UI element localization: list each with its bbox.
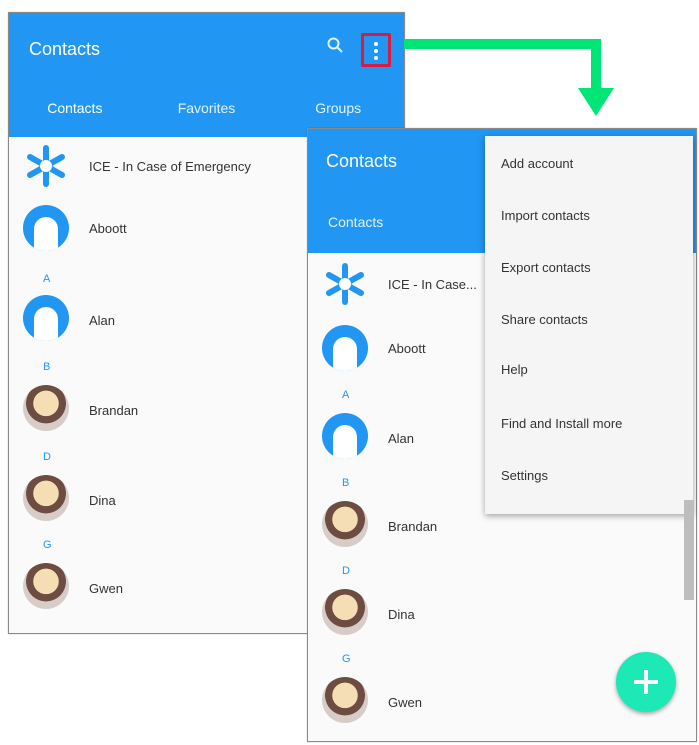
menu-item-add-account[interactable]: Add account xyxy=(501,156,573,171)
more-vert-icon[interactable] xyxy=(361,33,391,67)
avatar xyxy=(322,589,368,635)
overflow-menu: Add account Import contacts Export conta… xyxy=(485,136,693,514)
section-letter: A xyxy=(43,273,51,285)
avatar xyxy=(23,563,69,609)
menu-item-help[interactable]: Help xyxy=(501,362,528,377)
section-letter: D xyxy=(43,451,51,463)
avatar xyxy=(23,385,69,431)
contact-name: Dina xyxy=(388,607,415,622)
contact-name: Aboott xyxy=(89,221,127,236)
tab-contacts[interactable]: Contacts xyxy=(328,207,428,237)
avatar xyxy=(322,413,368,459)
menu-item-import-contacts[interactable]: Import contacts xyxy=(501,208,590,223)
arrow-icon xyxy=(404,39,614,116)
avatar xyxy=(23,295,69,341)
section-letter: G xyxy=(43,539,52,551)
menu-item-share-contacts[interactable]: Share contacts xyxy=(501,312,588,327)
contact-name: Alan xyxy=(388,431,415,446)
ice-star-icon xyxy=(27,145,65,187)
menu-item-find-more[interactable]: Find and Install more xyxy=(501,416,622,431)
avatar xyxy=(23,205,69,251)
menu-item-settings[interactable]: Settings xyxy=(501,468,548,483)
tab-contacts[interactable]: Contacts xyxy=(9,93,141,137)
contact-name: Alan xyxy=(89,313,116,328)
app-bar: Contacts Contacts Favorites Groups xyxy=(9,13,404,137)
section-letter: A xyxy=(342,389,350,401)
section-letter: D xyxy=(342,565,350,577)
contact-name: Gwen xyxy=(89,581,123,596)
section-letter: B xyxy=(43,361,51,373)
contact-name: Brandan xyxy=(388,519,438,534)
avatar xyxy=(322,677,368,723)
ice-label: ICE - In Case of Emergency xyxy=(89,159,251,174)
ice-star-icon xyxy=(326,263,364,305)
app-title: Contacts xyxy=(29,39,101,59)
search-icon[interactable] xyxy=(327,37,343,53)
menu-item-export-contacts[interactable]: Export contacts xyxy=(501,260,591,275)
contact-name: Dina xyxy=(89,493,116,508)
avatar xyxy=(23,475,69,521)
section-letter: G xyxy=(342,653,351,665)
contact-name: Gwen xyxy=(388,695,422,710)
list-item[interactable]: Dina xyxy=(308,589,696,639)
tab-favorites[interactable]: Favorites xyxy=(141,93,273,137)
scrollbar[interactable] xyxy=(684,500,694,600)
app-title: Contacts xyxy=(326,151,398,171)
ice-label: ICE - In Case... xyxy=(388,277,477,292)
contact-name: Brandan xyxy=(89,403,139,418)
add-contact-button[interactable] xyxy=(616,652,676,712)
avatar xyxy=(322,501,368,547)
contact-name: Aboott xyxy=(388,341,426,356)
section-letter: B xyxy=(342,477,350,489)
avatar xyxy=(322,325,368,371)
